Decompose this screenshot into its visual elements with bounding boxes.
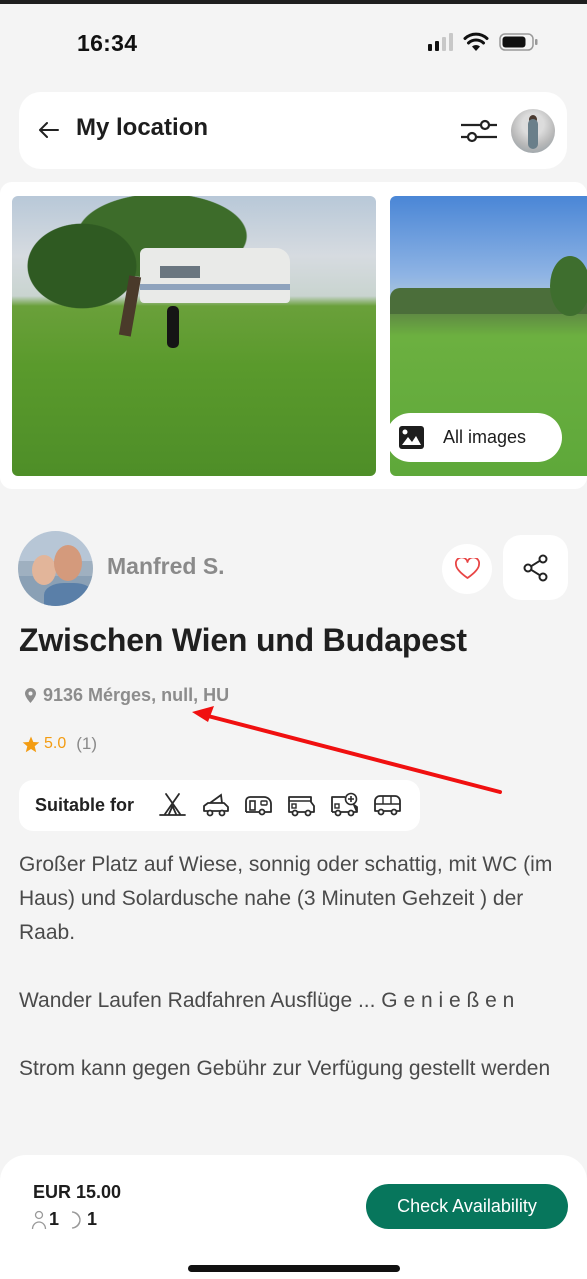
host-name[interactable]: Manfred S. (107, 553, 225, 580)
check-availability-button[interactable]: Check Availability (366, 1184, 568, 1229)
guest-count: 1 (49, 1209, 60, 1229)
motorhome-icon (288, 796, 315, 817)
guest-night-counts: 1 1 (31, 1209, 97, 1230)
star-icon (22, 736, 40, 752)
wifi-icon (463, 32, 489, 51)
moon-icon (71, 1210, 81, 1229)
map-pin-icon (25, 688, 36, 703)
vehicle-icons (158, 792, 402, 818)
all-images-button[interactable]: All images (386, 413, 562, 462)
status-icons (428, 32, 539, 52)
home-indicator[interactable] (188, 1265, 400, 1272)
description-paragraph: Wander Laufen Radfahren Ausflüge ... G e… (19, 989, 515, 1012)
listing-title: Zwischen Wien und Budapest (19, 622, 467, 658)
rating-value: 5.0 (44, 735, 67, 752)
sliders-icon[interactable] (459, 118, 499, 144)
rating-row[interactable]: 5.0 (1) (22, 734, 97, 754)
description-paragraph: Großer Platz auf Wiese, sonnig oder scha… (19, 853, 553, 944)
battery-icon (499, 33, 538, 51)
location-row: 9136 Mérges, null, HU (24, 685, 229, 706)
user-avatar[interactable] (511, 109, 555, 153)
all-images-label: All images (443, 427, 527, 447)
share-icon (523, 554, 548, 582)
description-paragraph: Strom kann gegen Gebühr zur Verfügung ge… (19, 1057, 551, 1080)
rooftop-tent-car-icon (203, 793, 229, 817)
suitable-for-label: Suitable for (35, 795, 135, 815)
motorhome-plus-icon (331, 792, 358, 817)
campervan-icon (374, 795, 401, 816)
arrow-left-icon[interactable] (37, 118, 61, 142)
signal-icon (428, 33, 453, 51)
share-button[interactable] (503, 535, 568, 600)
image-icon (399, 426, 424, 449)
top-edge (0, 0, 587, 4)
heart-icon (455, 558, 480, 579)
gallery-photo-1[interactable] (12, 196, 376, 476)
tent-icon (159, 793, 186, 816)
night-count: 1 (87, 1209, 98, 1229)
location-text: 9136 Mérges, null, HU (43, 685, 230, 705)
price: EUR 15.00 (33, 1182, 122, 1202)
listing-description: Großer Platz auf Wiese, sonnig oder scha… (19, 848, 564, 1120)
header-bar: My location (19, 92, 567, 169)
suitable-for-box: Suitable for (19, 780, 420, 831)
rating-count: (1) (76, 734, 98, 753)
caravan-icon (245, 796, 272, 816)
page-title: My location (76, 114, 209, 141)
favorite-button[interactable] (442, 544, 492, 594)
person-icon (31, 1210, 47, 1229)
status-bar: 16:34 (0, 26, 587, 60)
booking-bar: EUR 15.00 1 1 Check Availability (0, 1155, 587, 1279)
host-avatar[interactable] (18, 531, 93, 606)
status-time: 16:34 (77, 30, 138, 56)
